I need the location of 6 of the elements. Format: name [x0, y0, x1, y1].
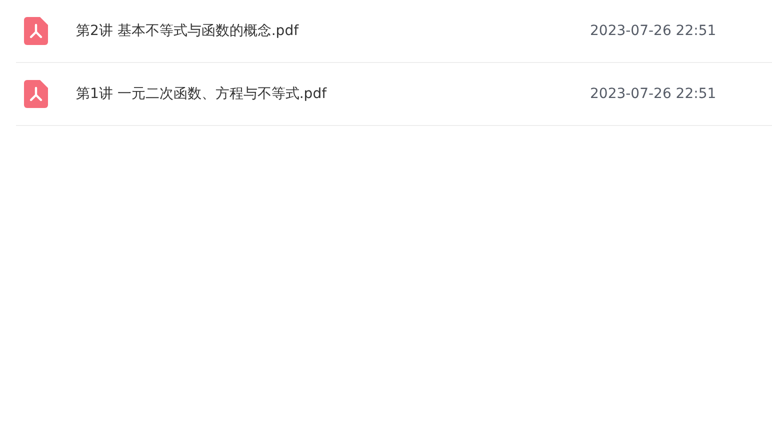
file-name[interactable]: 第2讲 基本不等式与函数的概念.pdf [76, 20, 590, 42]
file-name[interactable]: 第1讲 一元二次函数、方程与不等式.pdf [76, 84, 590, 104]
pdf-file-icon [24, 17, 48, 45]
pdf-file-icon [24, 80, 48, 108]
modified-date: 2023-07-26 22:51 [590, 84, 716, 104]
modified-date: 2023-07-26 22:51 [590, 22, 716, 40]
